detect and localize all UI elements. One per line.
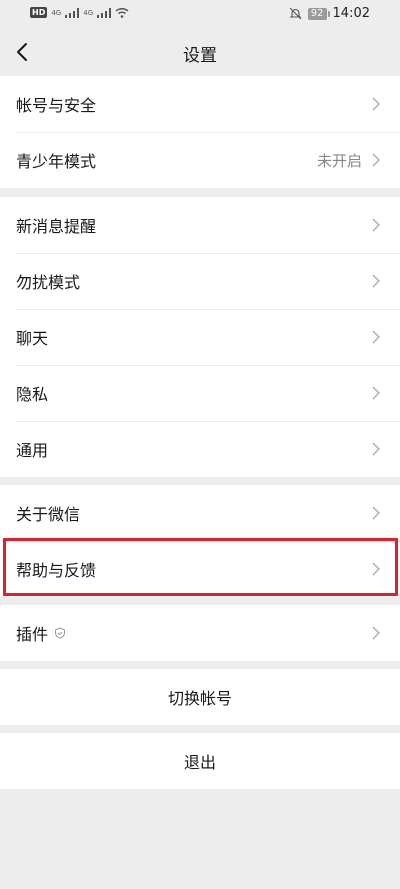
- settings-item-plugins[interactable]: 插件: [0, 605, 400, 661]
- settings-item-label: 聊天: [16, 329, 49, 348]
- settings-item-label: 插件: [16, 625, 49, 644]
- signal-icon: [65, 7, 80, 18]
- logout-button[interactable]: 退出: [0, 733, 400, 789]
- chevron-right-icon: [372, 626, 381, 640]
- settings-item-label: 青少年模式: [16, 152, 97, 171]
- settings-item-privacy[interactable]: 隐私: [0, 365, 400, 421]
- teen-mode-status: 未开启: [316, 151, 362, 170]
- settings-item-label: 通用: [16, 441, 49, 460]
- settings-item-label: 隐私: [16, 385, 49, 404]
- status-time: 14:02: [332, 6, 370, 21]
- settings-item-chat[interactable]: 聊天: [0, 309, 400, 365]
- settings-item-label: 关于微信: [16, 505, 81, 524]
- battery-icon: 92: [307, 7, 330, 20]
- signal-icon-2: [97, 7, 112, 18]
- status-right: 92 14:02: [289, 6, 370, 21]
- settings-item-label: 勿扰模式: [16, 273, 81, 292]
- settings-item-new-message-alerts[interactable]: 新消息提醒: [0, 197, 400, 253]
- settings-item-label: 新消息提醒: [16, 217, 97, 236]
- settings-group-plugins: 插件: [0, 605, 400, 661]
- signal-label-1: 4G: [51, 8, 62, 17]
- status-bar: HD 4G 4G 92 14:02: [0, 0, 400, 28]
- chevron-right-icon: [372, 562, 381, 576]
- settings-item-account-security[interactable]: 帐号与安全: [0, 76, 400, 132]
- switch-account-label: 切换帐号: [167, 689, 232, 708]
- chevron-right-icon: [372, 386, 381, 400]
- status-left: HD 4G 4G: [30, 7, 129, 18]
- chevron-right-icon: [372, 506, 381, 520]
- settings-item-help-feedback[interactable]: 帮助与反馈: [0, 541, 400, 597]
- nav-bar: 设置: [0, 28, 400, 76]
- settings-item-general[interactable]: 通用: [0, 421, 400, 477]
- settings-group-general: 新消息提醒 勿扰模式 聊天 隐私 通用: [0, 197, 400, 477]
- logout-label: 退出: [183, 753, 216, 772]
- shield-icon: [55, 627, 66, 639]
- settings-item-label: 帮助与反馈: [16, 561, 97, 580]
- settings-item-do-not-disturb[interactable]: 勿扰模式: [0, 253, 400, 309]
- settings-item-about-wechat[interactable]: 关于微信: [0, 485, 400, 541]
- settings-group-about: 关于微信 帮助与反馈: [0, 485, 400, 597]
- wifi-icon: [115, 7, 129, 18]
- page-title: 设置: [183, 46, 217, 66]
- settings-item-label-wrap: 插件: [16, 621, 370, 645]
- settings-group-account: 帐号与安全 青少年模式 未开启: [0, 76, 400, 188]
- chevron-right-icon: [372, 330, 381, 344]
- chevron-right-icon: [372, 218, 381, 232]
- settings-item-teen-mode[interactable]: 青少年模式 未开启: [0, 132, 400, 188]
- hd-icon: HD: [30, 7, 48, 18]
- signal-label-2: 4G: [83, 8, 94, 17]
- chevron-right-icon: [372, 442, 381, 456]
- mute-bell-icon: [289, 7, 302, 20]
- chevron-right-icon: [372, 274, 381, 288]
- settings-item-label: 帐号与安全: [16, 96, 97, 115]
- switch-account-button[interactable]: 切换帐号: [0, 669, 400, 725]
- chevron-right-icon: [372, 97, 381, 111]
- chevron-right-icon: [372, 153, 381, 167]
